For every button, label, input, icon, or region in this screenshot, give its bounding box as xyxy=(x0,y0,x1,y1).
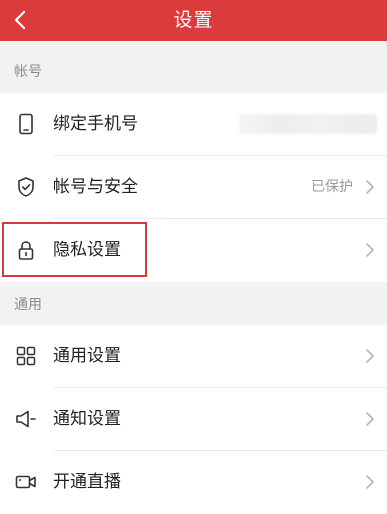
speaker-icon xyxy=(14,407,38,431)
chevron-right-icon xyxy=(366,243,374,257)
phone-number-value xyxy=(239,114,377,134)
video-camera-icon xyxy=(14,470,38,494)
settings-item-label: 通用设置 xyxy=(53,346,121,366)
section-label-account: 帐号 xyxy=(14,64,42,80)
settings-item-general[interactable]: 通用设置 xyxy=(0,325,387,388)
settings-item-notifications[interactable]: 通知设置 xyxy=(0,388,387,451)
settings-item-bind-phone[interactable]: 绑定手机号 xyxy=(0,93,387,156)
settings-item-label: 帐号与安全 xyxy=(53,177,138,197)
settings-item-account-security[interactable]: 帐号与安全 已保护 xyxy=(0,156,387,219)
settings-item-label: 开通直播 xyxy=(53,472,121,492)
general-settings-group: 通用设置 通知设置 开通直播 xyxy=(0,325,387,514)
protection-status: 已保护 xyxy=(311,179,353,195)
top-bar: 设置 xyxy=(0,0,387,41)
grid-icon xyxy=(14,344,38,368)
account-settings-group: 绑定手机号 帐号与安全 已保护 隐私设置 xyxy=(0,93,387,282)
shield-icon xyxy=(14,175,38,199)
settings-item-label: 通知设置 xyxy=(53,409,121,429)
lock-icon xyxy=(14,238,38,262)
settings-item-live-stream[interactable]: 开通直播 xyxy=(0,451,387,514)
settings-item-label: 隐私设置 xyxy=(53,240,121,260)
chevron-right-icon xyxy=(366,412,374,426)
chevron-right-icon xyxy=(366,349,374,363)
chevron-right-icon xyxy=(366,180,374,194)
page-title: 设置 xyxy=(173,9,214,31)
settings-item-label: 绑定手机号 xyxy=(53,114,138,134)
section-label-general: 通用 xyxy=(14,297,42,313)
chevron-right-icon xyxy=(366,475,374,489)
settings-item-privacy[interactable]: 隐私设置 xyxy=(0,219,387,282)
phone-icon xyxy=(14,112,38,136)
